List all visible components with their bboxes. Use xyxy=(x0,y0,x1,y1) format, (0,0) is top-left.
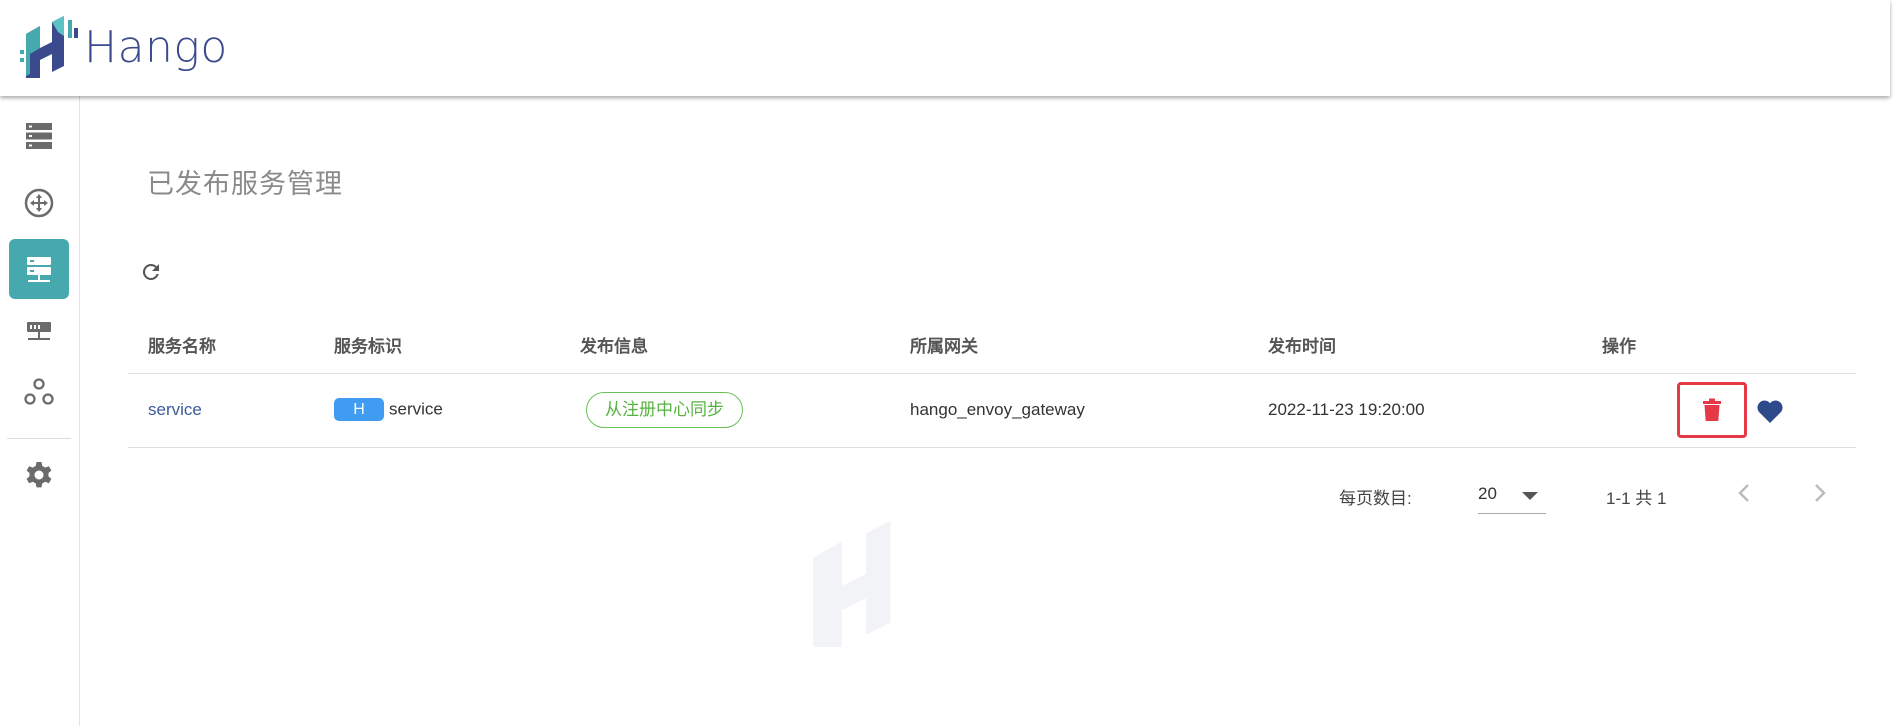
delete-button[interactable] xyxy=(1677,382,1747,438)
chevron-right-icon xyxy=(1815,484,1826,502)
header-service-identifier[interactable]: 服务标识 xyxy=(334,332,402,357)
rows-per-page-select[interactable]: 20 xyxy=(1478,476,1546,514)
published-service-icon xyxy=(27,257,51,282)
header-service-name[interactable]: 服务名称 xyxy=(148,332,216,357)
refresh-button[interactable] xyxy=(137,258,165,286)
service-identifier: service xyxy=(389,399,443,419)
header-publish-time[interactable]: 发布时间 xyxy=(1268,332,1336,357)
heart-icon xyxy=(1757,400,1783,423)
sidebar-item-plugins[interactable] xyxy=(9,362,69,422)
sidebar-item-services[interactable] xyxy=(9,106,69,166)
chevron-down-icon xyxy=(1522,492,1538,500)
main-content: 已发布服务管理 服务名称 服务标识 发布信息 所属网关 发布时间 操作 serv… xyxy=(81,96,1890,726)
sidebar-divider xyxy=(7,438,71,439)
refresh-icon xyxy=(142,263,159,280)
page-title: 已发布服务管理 xyxy=(147,169,343,199)
service-name-link[interactable]: service xyxy=(148,400,202,420)
pagination-range: 1-1 共 1 xyxy=(1606,489,1667,508)
publish-info-tag: 从注册中心同步 xyxy=(586,392,743,428)
hango-logo-icon xyxy=(20,16,78,78)
protocol-badge: H xyxy=(334,398,384,421)
hango-watermark xyxy=(797,514,927,654)
plugin-cluster-icon xyxy=(24,378,54,405)
route-hub-icon xyxy=(24,188,54,218)
sidebar-item-settings[interactable] xyxy=(9,445,69,505)
top-bar: Hango xyxy=(0,0,1890,96)
hango-watermark-icon xyxy=(813,521,891,647)
pagination: 每页数目: 20 1-1 共 1 xyxy=(81,462,1890,522)
table-header: 服务名称 服务标识 发布信息 所属网关 发布时间 操作 xyxy=(128,308,1856,374)
next-page-button[interactable] xyxy=(1807,480,1833,506)
table-row: service Hservice 从注册中心同步 hango_envoy_gat… xyxy=(128,374,1856,448)
service-identifier-cell: Hservice xyxy=(334,398,443,421)
previous-page-button[interactable] xyxy=(1731,480,1757,506)
sidebar-item-gateways[interactable] xyxy=(9,301,69,361)
rows-per-page-value: 20 xyxy=(1478,484,1497,503)
sidebar xyxy=(0,96,80,726)
gear-icon xyxy=(26,462,52,488)
chevron-left-icon xyxy=(1738,484,1749,502)
trash-icon xyxy=(1703,398,1721,421)
publish-time-cell: 2022-11-23 19:20:00 xyxy=(1268,400,1425,419)
header-actions: 操作 xyxy=(1602,337,1636,356)
brand-name: Hango xyxy=(84,21,228,73)
rows-per-page-label: 每页数目: xyxy=(1339,489,1412,508)
header-gateway[interactable]: 所属网关 xyxy=(910,332,978,357)
gateway-device-icon xyxy=(27,322,51,340)
gateway-cell: hango_envoy_gateway xyxy=(910,400,1085,419)
header-publish-info[interactable]: 发布信息 xyxy=(580,332,648,357)
logo[interactable]: Hango xyxy=(18,14,228,80)
favorite-button[interactable] xyxy=(1755,396,1785,426)
published-services-table: 服务名称 服务标识 发布信息 所属网关 发布时间 操作 service Hser… xyxy=(128,308,1856,448)
sidebar-item-routes[interactable] xyxy=(9,173,69,233)
sidebar-item-published-services[interactable] xyxy=(9,239,69,299)
server-list-icon xyxy=(26,123,52,149)
